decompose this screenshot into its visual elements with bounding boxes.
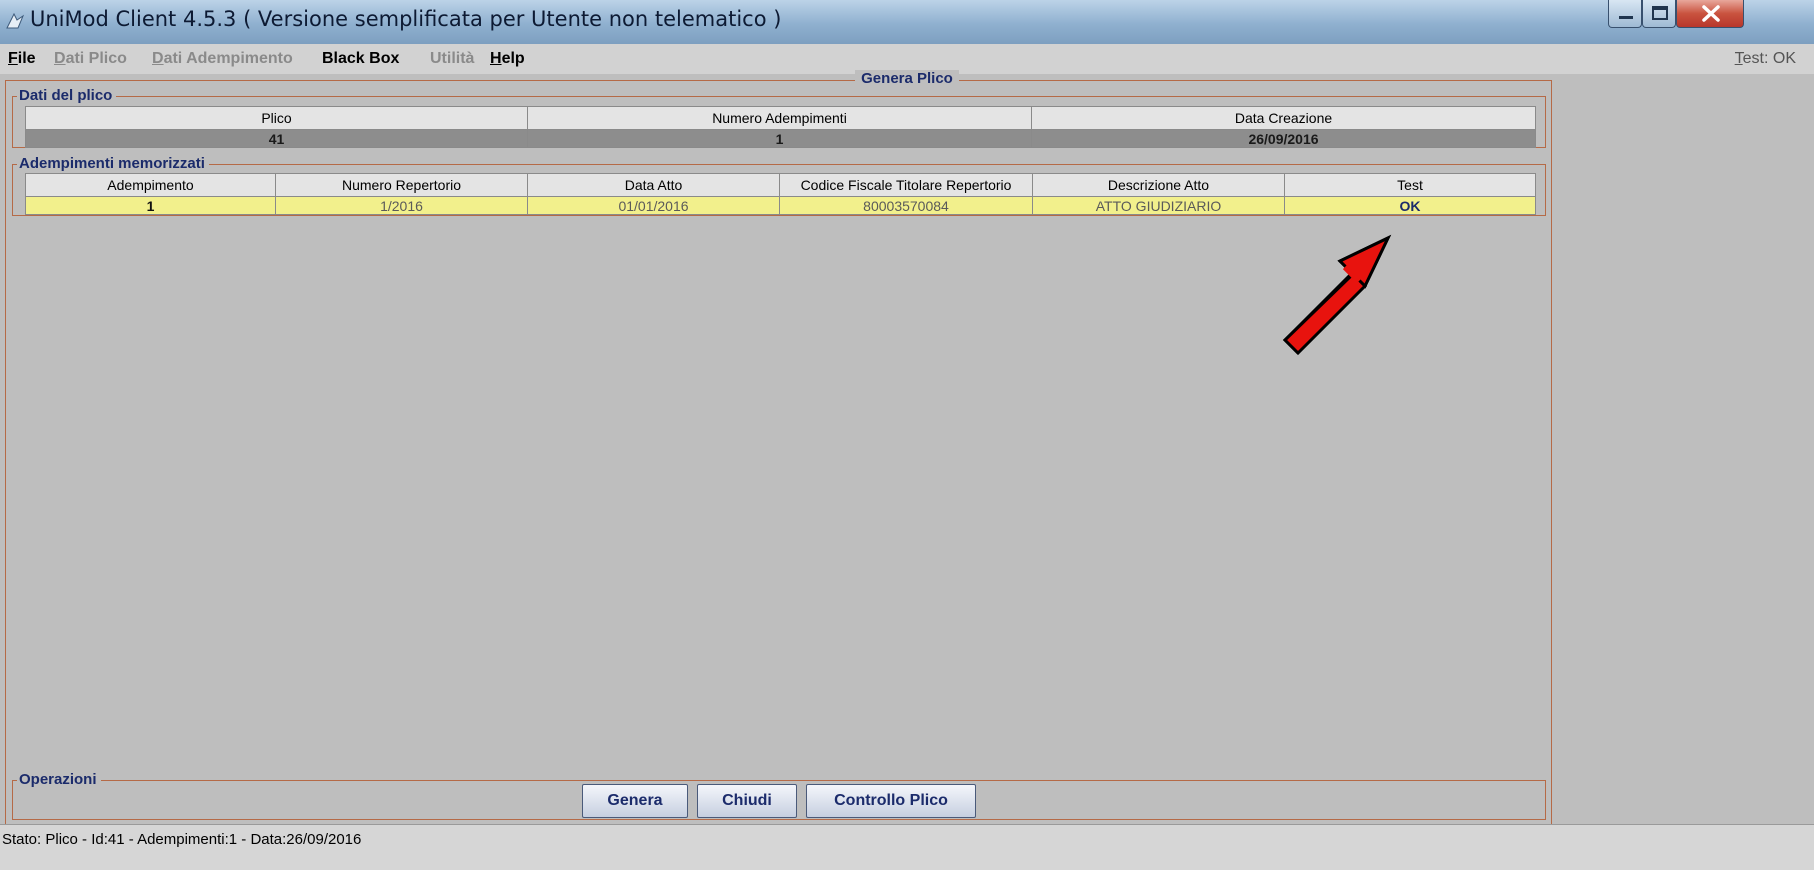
column-header[interactable]: Codice Fiscale Titolare Repertorio: [779, 173, 1033, 197]
data-atto-cell: 01/01/2016: [527, 196, 780, 215]
column-header[interactable]: Numero Repertorio: [275, 173, 528, 197]
close-icon: [1702, 5, 1720, 22]
genera-button[interactable]: Genera: [582, 784, 688, 818]
codice-fiscale-cell: 80003570084: [779, 196, 1033, 215]
column-header[interactable]: Test: [1284, 173, 1536, 197]
adempimenti-table: Adempimento Numero Repertorio Data Atto …: [25, 173, 1536, 215]
minimize-icon: [1619, 16, 1633, 19]
annotation-arrow-icon: [1282, 234, 1392, 356]
menu-help[interactable]: Help: [490, 50, 525, 68]
numero-adempimenti-cell: 1: [527, 129, 1032, 148]
column-header[interactable]: Descrizione Atto: [1032, 173, 1285, 197]
numero-repertorio-cell: 1/2016: [275, 196, 528, 215]
column-header[interactable]: Data Atto: [527, 173, 780, 197]
adempimenti-title: Adempimenti memorizzati: [17, 155, 209, 173]
table-row[interactable]: 41 1 26/09/2016: [25, 129, 1536, 148]
statusbar: Stato: Plico - Id:41 - Adempimenti:1 - D…: [0, 824, 1814, 870]
adempimenti-header-row: Adempimento Numero Repertorio Data Atto …: [25, 173, 1536, 197]
table-row[interactable]: 1 1/2016 01/01/2016 80003570084 ATTO GIU…: [25, 196, 1536, 215]
data-creazione-cell: 26/09/2016: [1031, 129, 1536, 148]
menu-dati-adempimento[interactable]: Dati Adempimento: [152, 50, 293, 68]
menu-dati-plico[interactable]: Dati Plico: [54, 50, 127, 68]
column-header[interactable]: Adempimento: [25, 173, 276, 197]
dati-plico-title: Dati del plico: [17, 87, 117, 105]
menu-black-box[interactable]: Black Box: [322, 50, 399, 68]
window-titlebar: UniMod Client 4.5.3 ( Versione semplific…: [0, 0, 1814, 45]
close-button[interactable]: [1676, 0, 1744, 28]
plico-id-cell: 41: [25, 129, 528, 148]
descrizione-atto-cell: ATTO GIUDIZIARIO: [1032, 196, 1285, 215]
plico-table: Plico Numero Adempimenti Data Creazione …: [25, 106, 1536, 148]
controllo-plico-button[interactable]: Controllo Plico: [806, 784, 976, 818]
app-icon: [6, 12, 25, 29]
menu-file[interactable]: File: [8, 50, 36, 68]
column-header[interactable]: Plico: [25, 106, 528, 130]
status-text: Stato: Plico - Id:41 - Adempimenti:1 - D…: [2, 831, 362, 848]
maximize-button[interactable]: [1642, 0, 1676, 28]
chiudi-button[interactable]: Chiudi: [697, 784, 797, 818]
test-status: Test: OK: [1734, 50, 1796, 67]
column-header[interactable]: Data Creazione: [1031, 106, 1536, 130]
minimize-button[interactable]: [1608, 0, 1642, 28]
genera-plico-title: Genera Plico: [855, 70, 959, 87]
adempimento-cell: 1: [25, 196, 276, 215]
maximize-icon: [1652, 6, 1668, 20]
test-result-cell: OK: [1284, 196, 1536, 215]
operazioni-title: Operazioni: [17, 771, 101, 789]
plico-header-row: Plico Numero Adempimenti Data Creazione: [25, 106, 1536, 130]
menu-utilita[interactable]: Utilità: [430, 50, 474, 68]
window-title: UniMod Client 4.5.3 ( Versione semplific…: [30, 7, 782, 31]
column-header[interactable]: Numero Adempimenti: [527, 106, 1032, 130]
